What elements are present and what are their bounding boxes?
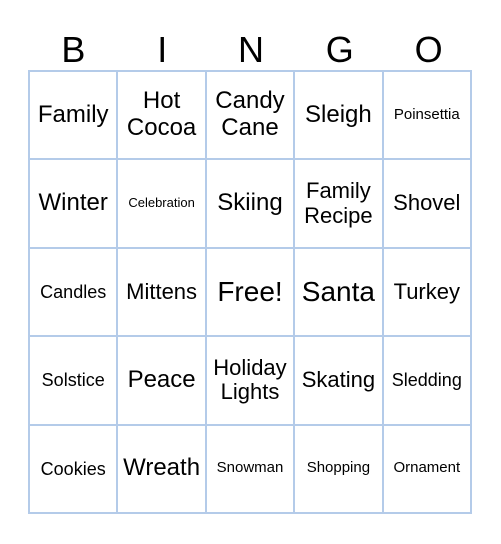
- bingo-cell[interactable]: Candy Cane: [205, 71, 295, 160]
- bingo-cell[interactable]: Family: [29, 71, 118, 160]
- bingo-cell[interactable]: Winter: [29, 159, 118, 248]
- bingo-cell[interactable]: Snowman: [205, 424, 295, 513]
- bingo-board: Family Hot Cocoa Candy Cane Sleigh Poins…: [28, 70, 472, 514]
- bingo-cell[interactable]: Mittens: [117, 247, 206, 337]
- bingo-cell[interactable]: Turkey: [382, 247, 471, 337]
- header-letter-n: N: [237, 29, 264, 70]
- bingo-cell[interactable]: Ornament: [382, 424, 471, 513]
- free-space-cell[interactable]: Free!: [205, 247, 295, 337]
- bingo-cell[interactable]: Candles: [29, 247, 118, 337]
- bingo-cell[interactable]: Hot Cocoa: [117, 71, 206, 160]
- header-letter-o: O: [414, 29, 443, 70]
- bingo-cell[interactable]: Sleigh: [294, 71, 383, 160]
- bingo-cell[interactable]: Santa: [294, 247, 383, 337]
- bingo-cell[interactable]: Celebration: [117, 159, 206, 248]
- bingo-cell[interactable]: Sledding: [382, 336, 471, 425]
- bingo-cell[interactable]: Shopping: [294, 424, 383, 513]
- bingo-cell[interactable]: Family Recipe: [294, 159, 383, 248]
- bingo-cell[interactable]: Poinsettia: [382, 71, 471, 160]
- bingo-cell[interactable]: Skating: [294, 336, 383, 425]
- bingo-cell[interactable]: Skiing: [205, 159, 295, 248]
- bingo-header: B I N G O: [29, 28, 473, 72]
- bingo-cell[interactable]: Holiday Lights: [205, 336, 295, 425]
- bingo-cell[interactable]: Cookies: [29, 424, 118, 513]
- header-letter-g: G: [325, 29, 354, 70]
- bingo-cell[interactable]: Wreath: [117, 424, 206, 513]
- header-letter-i: I: [157, 29, 168, 70]
- header-letter-b: B: [61, 29, 86, 70]
- bingo-cell[interactable]: Solstice: [29, 336, 118, 425]
- bingo-cell[interactable]: Peace: [117, 336, 206, 425]
- bingo-cell[interactable]: Shovel: [382, 159, 471, 248]
